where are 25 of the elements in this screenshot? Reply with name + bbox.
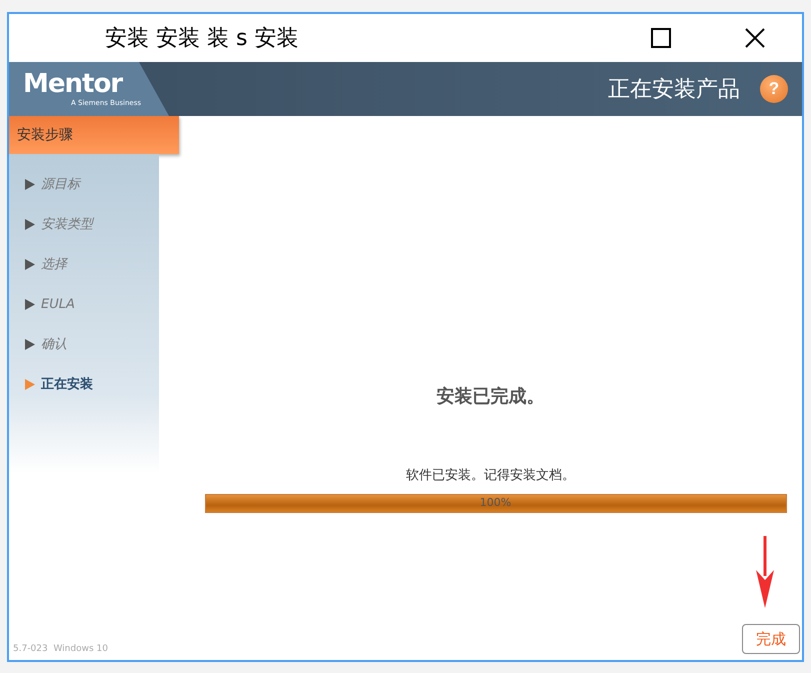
steps-heading: 安装步骤 (9, 116, 179, 154)
version-text: 5.7-023 Windows 10 (13, 644, 109, 654)
step-item: 安装类型 (9, 204, 159, 244)
progress-reading: 100% (480, 496, 512, 509)
page-title: 正在安装产品 (608, 76, 740, 104)
maximize-icon (651, 28, 671, 48)
close-icon (745, 28, 765, 48)
step-item: 正在安装 (9, 364, 159, 404)
status-heading: 安装已完成。 (436, 385, 544, 408)
triangle-icon (25, 258, 35, 270)
logo: Mentor (23, 71, 124, 97)
triangle-icon (25, 338, 35, 350)
step-item: 源目标 (9, 164, 159, 204)
step-item: 确认 (9, 324, 159, 364)
step-item: 选择 (9, 244, 159, 284)
step-item: EULA (9, 284, 159, 324)
status-message: 软件已安装。记得安装文档。 (406, 467, 575, 484)
triangle-icon (25, 178, 35, 190)
help-button[interactable]: ? (760, 75, 788, 103)
triangle-icon (25, 298, 35, 310)
window-title: 安装 安装 装 s 安装 (105, 25, 300, 53)
arrow-icon (754, 536, 776, 608)
finish-button[interactable]: 完成 (742, 624, 800, 654)
triangle-icon (25, 218, 35, 230)
triangle-icon (25, 378, 35, 390)
